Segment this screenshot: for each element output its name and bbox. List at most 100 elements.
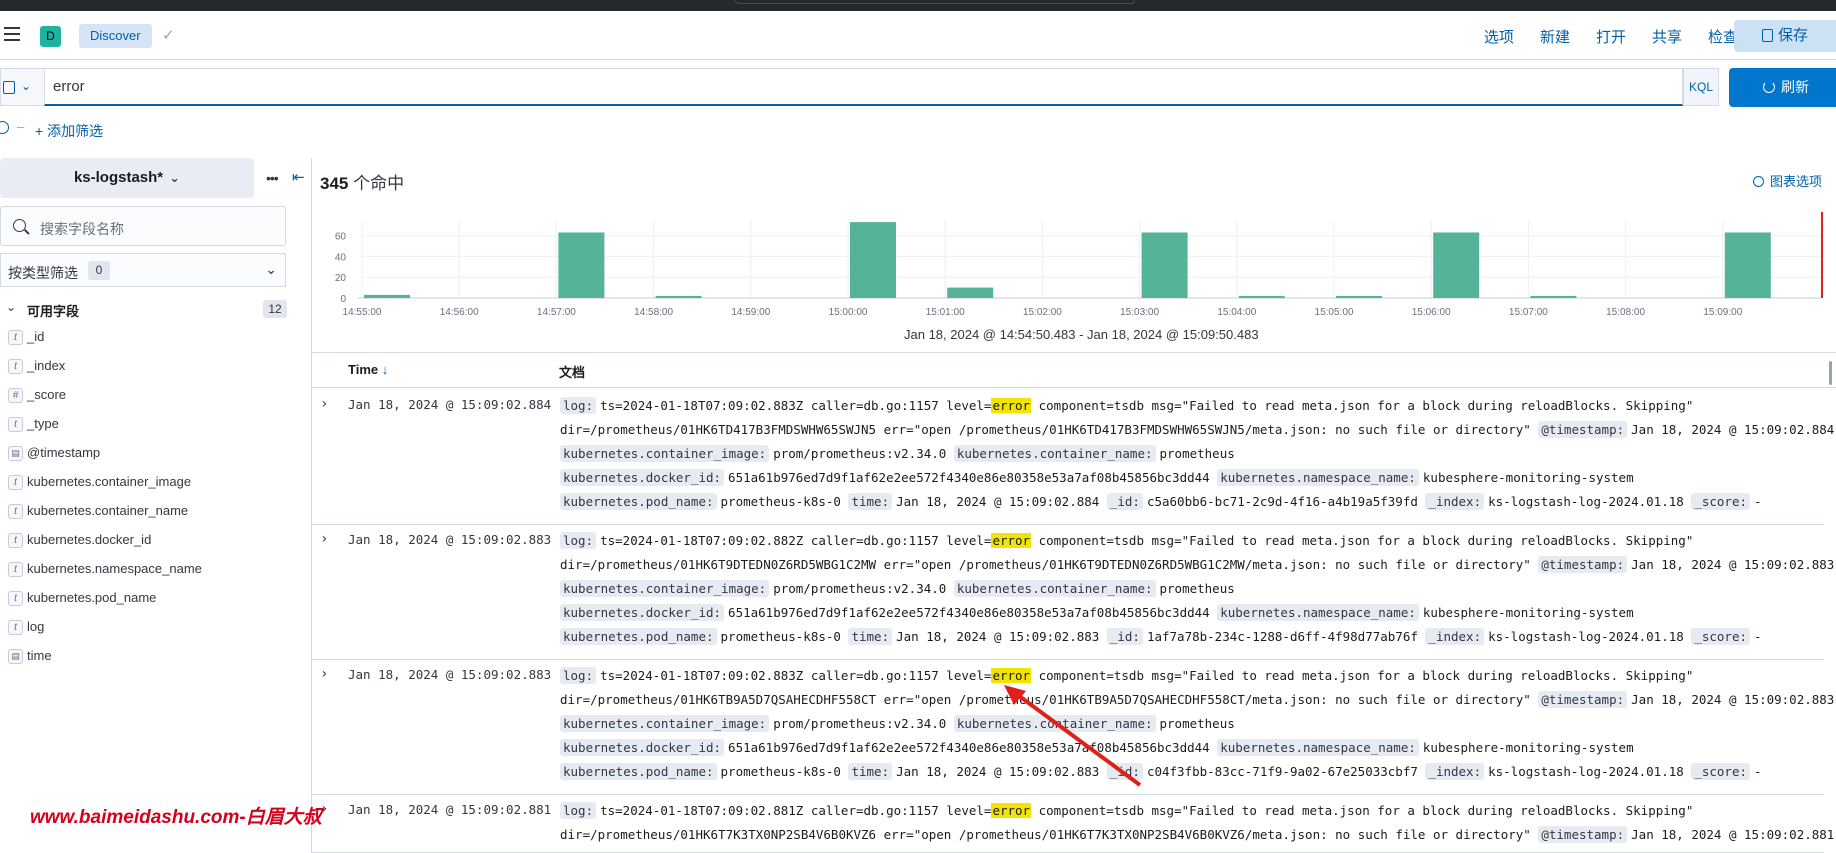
table-row[interactable]: › Jan 18, 2024 @ 15:09:02.881 log: ts=2024-… [312, 795, 1834, 853]
docker-id-key: kubernetes.docker_id: [560, 469, 725, 486]
field-name: _score [27, 387, 67, 402]
expand-row-icon[interactable]: › [320, 666, 328, 682]
y-tick-label: 0 [340, 294, 346, 305]
histogram-bar[interactable] [1141, 232, 1188, 298]
pod-name-key: kubernetes.pod_name: [560, 628, 717, 645]
scrollbar[interactable] [1829, 361, 1832, 385]
doc-line: kubernetes.pod_name: prometheus-k8s-0 tim… [560, 493, 1762, 510]
browser-tab-outline [735, 0, 1135, 4]
id-value: 1af7a78b-234c-1288-d6ff-4f98d77ab76f [1146, 629, 1418, 644]
hit-count-suffix: 个命中 [348, 174, 405, 193]
log-text-post: component=tsdb msg="Failed to read meta.… [1031, 668, 1694, 683]
menu-new[interactable]: 新建 [1540, 26, 1570, 47]
container-image-key: kubernetes.container_image: [560, 445, 770, 462]
x-tick-label: 15:06:00 [1412, 307, 1451, 318]
x-tick-label: 15:00:00 [829, 307, 868, 318]
histogram-bar[interactable] [1433, 232, 1480, 298]
type-filter-label: 按类型筛选 [8, 265, 78, 281]
available-fields-toggle[interactable]: ⌄ 可用字段 12 [6, 300, 287, 320]
time-value: Jan 18, 2024 @ 15:09:02.884 [896, 494, 1100, 509]
expand-row-icon[interactable]: › [320, 396, 328, 412]
histogram-bar[interactable] [850, 222, 896, 298]
doc-line: kubernetes.container_image: prom/promethe… [560, 445, 1235, 462]
refresh-button[interactable]: 刷新 [1729, 68, 1836, 107]
save-button[interactable]: 保存 [1734, 20, 1836, 52]
breadcrumb-discover[interactable]: Discover [79, 24, 152, 48]
histogram-bar[interactable] [364, 294, 410, 298]
chart-options-button[interactable]: 图表选项 [1752, 171, 1822, 190]
string-type-icon: t [8, 504, 23, 519]
field-search-input[interactable]: 搜索字段名称 [0, 206, 286, 246]
string-type-icon: t [8, 533, 23, 548]
x-tick-label: 15:02:00 [1023, 307, 1062, 318]
histogram-chart[interactable]: 0 20 40 60 14:55:00 14:56:00 14:57:00 14:58:00 1… [312, 210, 1836, 325]
field-name: @timestamp [27, 445, 101, 460]
more-options-icon[interactable]: ••• [266, 170, 279, 186]
search-query-input[interactable]: error [44, 68, 1683, 106]
search-highlight: error [991, 803, 1032, 818]
histogram-bar[interactable] [947, 287, 994, 298]
sort-down-icon[interactable]: ↓ [382, 362, 389, 377]
histogram-bar[interactable] [1336, 295, 1382, 298]
menu-share[interactable]: 共享 [1652, 26, 1682, 47]
filter-menu-icon[interactable] [0, 121, 9, 134]
timestamp-key: @timestamp: [1538, 826, 1628, 843]
doc-line: dir=/prometheus/01HK6TD417B3FMDSWHW65SWJ… [560, 421, 1834, 438]
docker-id-value: 651a61b976ed7d9f1af62e2ee572f4340e86e803… [728, 470, 1210, 485]
number-type-icon: # [8, 388, 23, 403]
type-filter-button[interactable]: 按类型筛选 0 ⌄ [0, 253, 286, 287]
log-text-pre: ts=2024-01-18T07:09:02.883Z caller=db.go… [600, 668, 992, 683]
space-avatar[interactable]: D [40, 26, 61, 47]
add-filter-link[interactable]: + 添加筛选 [35, 121, 103, 141]
histogram-bar[interactable] [655, 295, 702, 298]
string-type-icon: t [8, 475, 23, 490]
top-nav-menu: 选项 新建 打开 共享 检查 [1458, 26, 1738, 47]
collapse-sidebar-icon[interactable]: ⇤ [292, 168, 305, 186]
histogram-bar[interactable] [1724, 232, 1771, 298]
column-document: 文档 [559, 365, 586, 380]
score-value: - [1754, 629, 1762, 644]
search-icon [13, 219, 26, 232]
menu-options[interactable]: 选项 [1484, 26, 1514, 47]
container-name-key: kubernetes.container_name: [953, 445, 1156, 462]
chevron-down-icon: ⌄ [265, 261, 277, 277]
table-row[interactable]: › Jan 18, 2024 @ 15:09:02.883 log: ts=2024-… [312, 525, 1834, 660]
column-time[interactable]: Time ↓ [348, 362, 388, 377]
log-text-pre: ts=2024-01-18T07:09:02.883Z caller=db.go… [600, 398, 992, 413]
namespace-name-key: kubernetes.namespace_name: [1217, 739, 1419, 756]
doc-line: dir=/prometheus/01HK6T9DTEDN0Z6RD5WBG1C2… [560, 556, 1834, 573]
y-tick-label: 20 [335, 273, 347, 284]
date-type-icon: ▤ [8, 446, 23, 461]
available-fields-label: 可用字段 [27, 304, 80, 319]
index-key: _index: [1425, 763, 1485, 780]
namespace-name-value: kubesphere-monitoring-system [1422, 740, 1634, 755]
search-highlight: error [991, 533, 1032, 548]
expand-row-icon[interactable]: › [320, 531, 328, 547]
histogram-bar[interactable] [558, 232, 605, 298]
pod-name-value: prometheus-k8s-0 [720, 629, 841, 644]
score-value: - [1754, 494, 1762, 509]
namespace-name-key: kubernetes.namespace_name: [1217, 469, 1419, 486]
index-pattern-selector[interactable]: ks-logstash* ⌄ [0, 158, 254, 198]
saved-query-button[interactable]: ⌄ [0, 68, 44, 106]
x-tick-label: 14:57:00 [537, 307, 576, 318]
field-name: kubernetes.container_name [27, 503, 189, 518]
doc-line: kubernetes.docker_id: 651a61b976ed7d9f1af… [560, 469, 1634, 486]
doc-line: kubernetes.container_image: prom/promethe… [560, 580, 1235, 597]
log-text-post: component=tsdb msg="Failed to read meta.… [1031, 533, 1694, 548]
histogram-bar[interactable] [1238, 295, 1285, 298]
kql-language-toggle[interactable]: KQL [1683, 68, 1719, 106]
histogram-bar[interactable] [1530, 295, 1577, 298]
doc-line: log: ts=2024-01-18T07:09:02.883Z caller=d… [560, 397, 1694, 414]
menu-open[interactable]: 打开 [1596, 26, 1626, 47]
field-name: time [27, 648, 52, 663]
score-key: _score: [1691, 763, 1750, 780]
log-text-post: component=tsdb msg="Failed to read meta.… [1031, 398, 1694, 413]
docker-id-key: kubernetes.docker_id: [560, 604, 725, 621]
menu-icon[interactable] [4, 27, 20, 41]
container-name-key: kubernetes.container_name: [953, 580, 1156, 597]
y-tick-label: 40 [335, 252, 347, 263]
table-row[interactable]: › Jan 18, 2024 @ 15:09:02.884 log: ts=2024-… [312, 390, 1834, 525]
score-value: - [1754, 764, 1762, 779]
x-tick-label: 14:58:00 [634, 307, 673, 318]
